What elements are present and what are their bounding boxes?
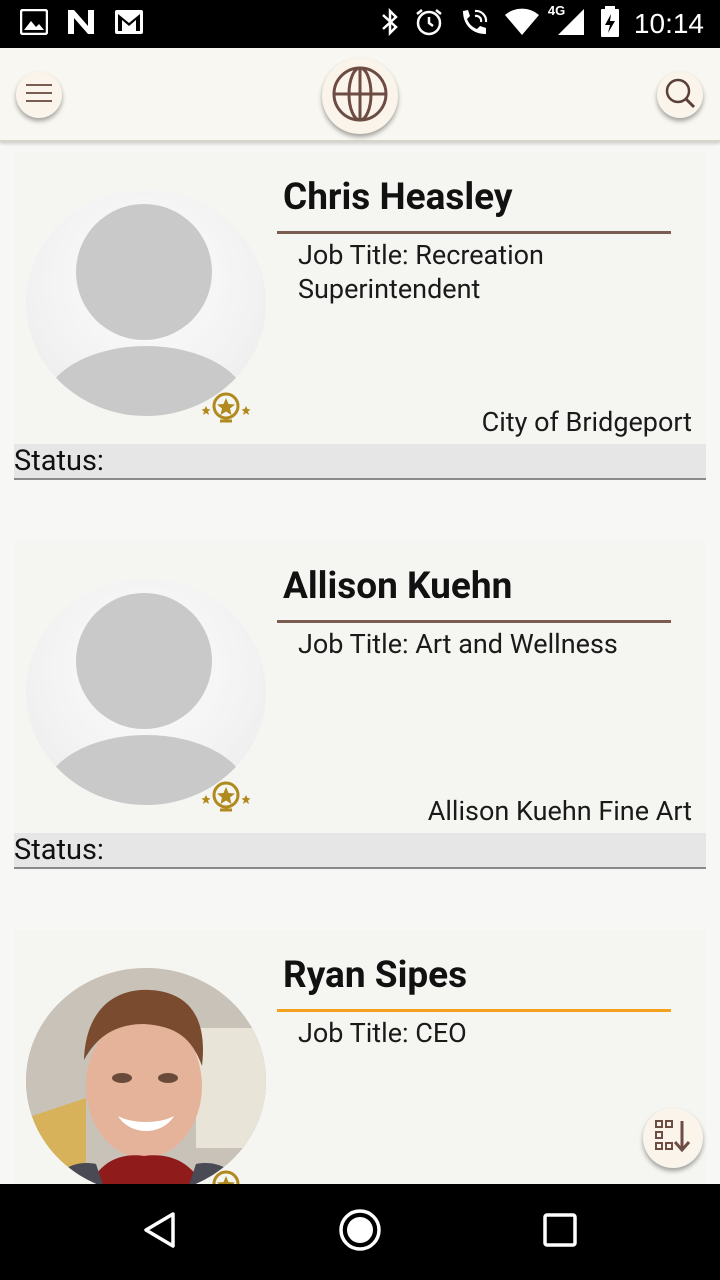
job-title: Job Title: Art and Wellness (298, 628, 618, 660)
image-icon (19, 8, 49, 39)
home-icon (338, 1208, 382, 1256)
avatar-placeholder (26, 190, 266, 416)
n-app-icon (66, 8, 96, 40)
person-card[interactable]: Ryan Sipes Job Title: CEO (14, 930, 706, 1184)
globe-icon (331, 65, 389, 127)
recents-icon (542, 1212, 578, 1252)
person-name: Chris Heasley (283, 176, 513, 219)
status-time: 10:14 (633, 8, 704, 39)
people-list[interactable]: Chris Heasley Job Title: Recreation Supe… (0, 142, 720, 1184)
status-bar: 4G 10:14 (0, 0, 720, 48)
name-divider (277, 1009, 671, 1012)
back-icon (140, 1210, 180, 1254)
back-button[interactable] (136, 1208, 184, 1256)
sort-button[interactable] (643, 1108, 703, 1168)
recents-button[interactable] (536, 1208, 584, 1256)
organization: City of Bridgeport (481, 406, 692, 438)
status-label: Status: (14, 444, 706, 480)
wifi-call-icon (458, 7, 490, 41)
hamburger-icon (24, 82, 54, 108)
search-button[interactable] (657, 72, 703, 118)
app-bar (0, 48, 720, 142)
person-name: Allison Kuehn (283, 565, 513, 608)
avatar-placeholder (26, 579, 266, 805)
profile-photo (26, 968, 266, 1184)
name-divider (277, 231, 671, 234)
gmail-icon (114, 9, 144, 39)
job-title: Job Title: Recreation Superintendent (298, 239, 544, 305)
person-card[interactable]: Chris Heasley Job Title: Recreation Supe… (14, 152, 706, 480)
award-badge-icon (200, 1166, 252, 1184)
home-button[interactable] (336, 1208, 384, 1256)
status-label: Status: (14, 833, 706, 869)
signal-icon: 4G (548, 3, 586, 41)
person-card[interactable]: Allison Kuehn Job Title: Art and Wellnes… (14, 541, 706, 869)
name-divider (277, 620, 671, 623)
job-title: Job Title: CEO (298, 1017, 467, 1049)
search-icon (663, 76, 697, 114)
bluetooth-icon (380, 7, 400, 41)
battery-charging-icon (600, 6, 620, 42)
person-name: Ryan Sipes (283, 954, 468, 997)
sort-descending-icon (654, 1119, 692, 1157)
award-badge-icon (200, 388, 252, 424)
wifi-icon (504, 8, 540, 40)
award-badge-icon (200, 777, 252, 813)
menu-button[interactable] (16, 72, 62, 118)
alarm-icon (414, 7, 444, 41)
network-type-label: 4G (547, 3, 566, 18)
organization: Allison Kuehn Fine Art (427, 795, 692, 827)
home-logo-button[interactable] (322, 58, 398, 134)
system-nav-bar (0, 1184, 720, 1280)
